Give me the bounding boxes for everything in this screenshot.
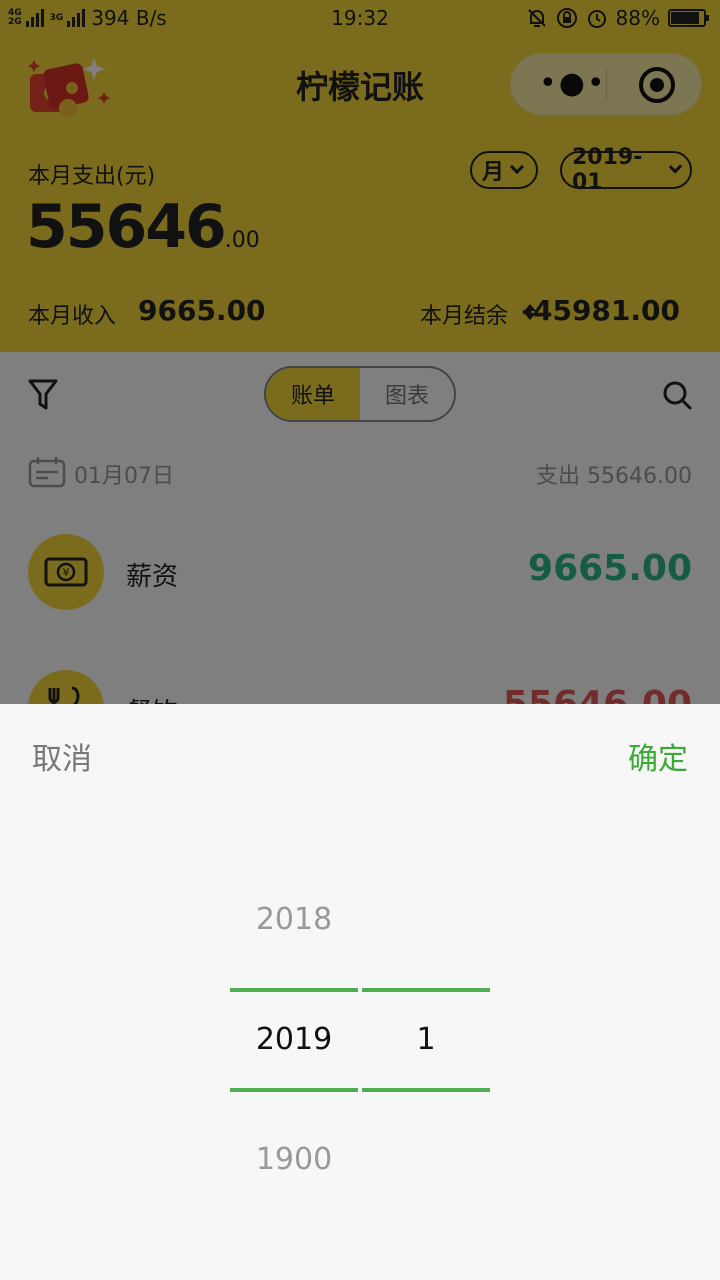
month-option-selected[interactable]: 1 bbox=[362, 1022, 490, 1057]
date-picker-sheet: 取消 确定 2018 2019 1900 1 bbox=[0, 704, 720, 1280]
selection-line-top bbox=[362, 988, 490, 992]
selection-line-bottom bbox=[362, 1088, 490, 1092]
year-option[interactable]: 2018 bbox=[230, 902, 358, 937]
year-column[interactable]: 2018 2019 1900 bbox=[230, 704, 358, 1280]
cancel-button[interactable]: 取消 bbox=[32, 734, 92, 778]
selection-line-top bbox=[230, 988, 358, 992]
modal-overlay[interactable] bbox=[0, 0, 720, 704]
selection-line-bottom bbox=[230, 1088, 358, 1092]
year-option[interactable]: 1900 bbox=[230, 1142, 358, 1177]
year-option-selected[interactable]: 2019 bbox=[230, 1022, 358, 1057]
confirm-button[interactable]: 确定 bbox=[628, 734, 688, 778]
month-column[interactable]: 1 bbox=[362, 704, 490, 1280]
